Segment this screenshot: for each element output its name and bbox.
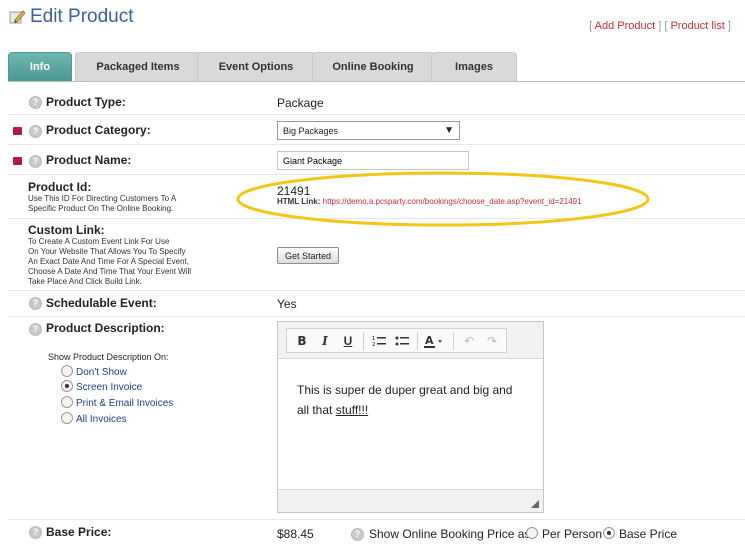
html-link-label: HTML Link: bbox=[277, 197, 321, 206]
tab-online-booking[interactable]: Online Booking bbox=[312, 52, 434, 81]
resize-grip-icon[interactable] bbox=[531, 500, 539, 508]
custom-link-description: On Your Website That Allows You To Speci… bbox=[28, 247, 186, 256]
product-id-label: Product Id: bbox=[28, 180, 92, 194]
custom-link-description: Choose A Date And Time That Your Event W… bbox=[28, 267, 192, 276]
product-id-description: Use This ID For Directing Customers To A bbox=[28, 194, 177, 203]
get-started-button[interactable]: Get Started bbox=[277, 247, 340, 264]
required-marker bbox=[13, 157, 22, 165]
undo-icon[interactable]: ↶ bbox=[460, 331, 478, 351]
page-title: Edit Product bbox=[30, 6, 134, 27]
custom-link-description: Take Place And Click Build Link. bbox=[28, 277, 142, 286]
radio-label-per-person[interactable]: Per Person bbox=[542, 527, 602, 541]
tab-packaged-items[interactable]: Packaged Items bbox=[75, 52, 201, 81]
radio-label-base-price[interactable]: Base Price bbox=[619, 527, 677, 541]
row-divider bbox=[8, 316, 745, 317]
toolbar-separator bbox=[416, 331, 418, 350]
underline-icon[interactable]: U bbox=[339, 331, 357, 351]
product-category-select[interactable]: Big Packages ▼ bbox=[277, 121, 460, 140]
product-id-value: 21491 bbox=[277, 184, 311, 198]
product-name-input[interactable] bbox=[277, 151, 469, 170]
help-icon[interactable]: ? bbox=[29, 155, 42, 168]
radio-label-all-invoices[interactable]: All Invoices bbox=[76, 414, 127, 425]
tab-info[interactable]: Info bbox=[8, 52, 72, 81]
row-divider bbox=[8, 174, 745, 175]
description-editor[interactable]: B I U 12 A ↶ ↷ This is super de duper gr… bbox=[277, 321, 544, 513]
svg-text:A: A bbox=[425, 334, 434, 347]
base-price-value: $88.45 bbox=[277, 527, 314, 541]
svg-text:2: 2 bbox=[372, 342, 375, 347]
schedulable-event-label: Schedulable Event: bbox=[46, 296, 157, 310]
radio-all-invoices[interactable] bbox=[61, 412, 73, 424]
redo-icon[interactable]: ↷ bbox=[483, 331, 501, 351]
bracket-text: ] [ bbox=[655, 20, 671, 32]
custom-link-description: An Exact Date And Time For A Special Eve… bbox=[28, 257, 189, 266]
product-description-label: Product Description: bbox=[46, 321, 165, 335]
bold-icon[interactable]: B bbox=[293, 331, 311, 351]
product-name-label: Product Name: bbox=[46, 153, 132, 167]
schedulable-event-value: Yes bbox=[277, 297, 297, 311]
editor-toolbar: B I U 12 A ↶ ↷ bbox=[278, 322, 543, 359]
show-description-on-label: Show Product Description On: bbox=[48, 352, 169, 362]
row-divider bbox=[8, 218, 745, 219]
product-id-description: Specific Product On The Online Booking. bbox=[28, 204, 174, 213]
help-icon[interactable]: ? bbox=[29, 297, 42, 310]
row-divider bbox=[8, 114, 745, 115]
radio-dont-show[interactable] bbox=[61, 365, 73, 377]
toolbar-separator bbox=[453, 331, 455, 350]
html-link-row: HTML Link: https://demo.a.pcsparty.com/b… bbox=[277, 197, 582, 206]
add-product-link[interactable]: Add Product bbox=[595, 20, 656, 32]
required-marker bbox=[13, 127, 22, 135]
row-divider bbox=[8, 144, 745, 145]
radio-screen-invoice[interactable] bbox=[61, 380, 73, 392]
product-type-value: Package bbox=[277, 96, 324, 110]
edit-pencil-icon bbox=[9, 10, 26, 24]
tab-event-options[interactable]: Event Options bbox=[197, 52, 315, 81]
radio-label-dont-show[interactable]: Don't Show bbox=[76, 367, 127, 378]
row-divider bbox=[8, 290, 745, 291]
product-type-label: Product Type: bbox=[46, 95, 126, 109]
editor-text: all that bbox=[297, 403, 336, 417]
page-header: Edit Product bbox=[8, 6, 134, 28]
tab-images[interactable]: Images bbox=[431, 52, 517, 81]
radio-label-print-email-invoices[interactable]: Print & Email Invoices bbox=[76, 398, 173, 409]
editor-statusbar bbox=[278, 489, 543, 512]
row-divider bbox=[8, 519, 745, 520]
radio-print-email-invoices[interactable] bbox=[61, 396, 73, 408]
help-icon[interactable]: ? bbox=[29, 323, 42, 336]
selected-option: Big Packages bbox=[283, 125, 339, 136]
radio-label-screen-invoice[interactable]: Screen Invoice bbox=[76, 382, 142, 393]
help-icon[interactable]: ? bbox=[351, 528, 364, 541]
editor-text-line: all that stuff!!! bbox=[297, 400, 527, 420]
product-list-link[interactable]: Product list bbox=[670, 20, 724, 32]
help-icon[interactable]: ? bbox=[29, 96, 42, 109]
radio-base-price[interactable] bbox=[603, 527, 615, 539]
custom-link-description: To Create A Custom Event Link For Use bbox=[28, 237, 170, 246]
dropdown-arrow-icon: ▼ bbox=[444, 125, 454, 136]
help-icon[interactable]: ? bbox=[29, 125, 42, 138]
bracket-text: ] bbox=[724, 20, 731, 32]
editor-toolbar-group: B I U 12 A ↶ ↷ bbox=[286, 328, 507, 353]
text-color-icon[interactable]: A bbox=[424, 331, 447, 351]
bullet-list-icon[interactable] bbox=[393, 331, 411, 351]
toolbar-separator bbox=[362, 331, 364, 350]
radio-per-person[interactable] bbox=[526, 527, 538, 539]
editor-text-line: This is super de duper great and big and bbox=[297, 383, 513, 397]
italic-icon[interactable]: I bbox=[316, 331, 334, 351]
tab-bar: Info Packaged Items Event Options Online… bbox=[8, 52, 745, 82]
custom-link-label: Custom Link: bbox=[28, 223, 105, 237]
html-link-url[interactable]: https://demo.a.pcsparty.com/bookings/cho… bbox=[323, 197, 582, 206]
editor-text-underlined: stuff!!! bbox=[335, 403, 369, 417]
top-links: [ Add Product ] [ Product list ] bbox=[589, 20, 731, 32]
product-category-label: Product Category: bbox=[46, 123, 151, 137]
help-icon[interactable]: ? bbox=[29, 526, 42, 539]
base-price-label: Base Price: bbox=[46, 525, 112, 539]
show-online-booking-price-label: Show Online Booking Price as: bbox=[369, 527, 534, 541]
editor-content[interactable]: This is super de duper great and big and… bbox=[297, 380, 527, 420]
ordered-list-icon[interactable]: 12 bbox=[370, 331, 388, 351]
